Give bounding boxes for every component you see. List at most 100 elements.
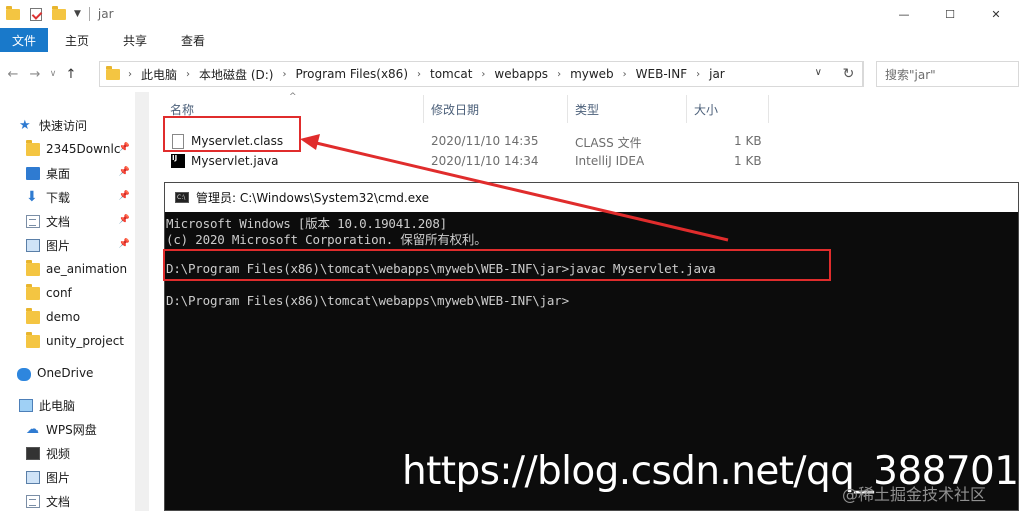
intellij-icon: IJ [171, 154, 185, 168]
address-bar[interactable]: › 此电脑 › 本地磁盘 (D:) › Program Files(x86) ›… [99, 61, 863, 87]
file-row-java[interactable]: IJ Myservlet.java 2020/11/10 14:34 Intel… [163, 151, 1019, 171]
file-size: 1 KB [734, 154, 762, 168]
tab-share[interactable]: 共享 [106, 28, 164, 52]
properties-icon[interactable] [30, 7, 42, 21]
column-divider[interactable] [768, 95, 769, 123]
cmd-icon: C:\ [175, 192, 189, 203]
column-divider[interactable] [423, 95, 424, 123]
pin-icon: 📌 [118, 167, 130, 177]
column-divider[interactable] [686, 95, 687, 123]
sidebar-item-2345downloads[interactable]: 2345Downlc 📌 [0, 137, 134, 161]
search-placeholder: 搜索"jar" [885, 67, 936, 82]
breadcrumb-web-inf[interactable]: WEB-INF [636, 67, 687, 81]
new-folder-icon[interactable] [52, 5, 66, 20]
sidebar-item-pictures-pc[interactable]: 图片 [0, 465, 134, 489]
sidebar-item-desktop[interactable]: 桌面 📌 [0, 161, 134, 185]
navigation-scrollbar[interactable] [135, 92, 149, 511]
picture-icon [26, 238, 40, 252]
sidebar-item-label: demo [46, 310, 81, 324]
column-header-type[interactable]: 类型 [575, 95, 599, 123]
sidebar-item-ae-animation[interactable]: ae_animation [0, 257, 134, 281]
sidebar-item-onedrive[interactable]: OneDrive [0, 361, 134, 385]
sidebar-item-documents[interactable]: 文档 📌 [0, 209, 134, 233]
folder-icon [26, 139, 40, 156]
sidebar-item-pictures[interactable]: 图片 📌 [0, 233, 134, 257]
pin-icon: 📌 [118, 215, 130, 225]
cmd-prompt-line[interactable]: D:\Program Files(x86)\tomcat\webapps\myw… [166, 293, 569, 308]
column-divider[interactable] [567, 95, 568, 123]
watermark-secondary: @稀土掘金技术社区 [842, 485, 987, 504]
refresh-icon[interactable]: ↻ [834, 61, 864, 87]
document-icon [26, 214, 40, 228]
computer-icon [19, 398, 33, 412]
sidebar-item-label: 2345Downlc [46, 142, 121, 156]
chevron-right-icon[interactable]: › [186, 69, 190, 80]
folder-icon [26, 259, 40, 276]
sidebar-item-demo[interactable]: demo [0, 305, 134, 329]
tab-home[interactable]: 主页 [48, 28, 106, 52]
forward-arrow-icon[interactable]: → [24, 61, 46, 87]
picture-icon [26, 470, 40, 484]
sidebar-item-label: conf [46, 286, 72, 300]
breadcrumb-this-pc[interactable]: 此电脑 [141, 66, 177, 83]
sidebar-item-wps-cloud[interactable]: ☁ WPS网盘 [0, 417, 134, 441]
tab-file[interactable]: 文件 [0, 28, 49, 52]
navigation-bar: ← → ∨ ↑ › 此电脑 › 本地磁盘 (D:) › Program File… [0, 56, 1019, 92]
breadcrumb-program-files[interactable]: Program Files(x86) [295, 67, 408, 81]
desktop-icon [26, 166, 40, 180]
sidebar-item-this-pc[interactable]: 此电脑 [0, 393, 134, 417]
chevron-right-icon[interactable]: › [417, 69, 421, 80]
folder-icon [26, 331, 40, 348]
breadcrumb-drive-d[interactable]: 本地磁盘 (D:) [199, 66, 273, 83]
sidebar-item-label: 快速访问 [39, 118, 88, 133]
cmd-title: 管理员: C:\Windows\System32\cmd.exe [196, 191, 429, 205]
chevron-right-icon[interactable]: › [481, 69, 485, 80]
sidebar-item-quick-access[interactable]: ★ 快速访问 [0, 113, 134, 137]
sidebar-item-videos[interactable]: 视频 [0, 441, 134, 465]
recent-chevron-icon[interactable]: ∨ [46, 61, 60, 87]
divider [88, 7, 90, 21]
window-title: jar [97, 7, 114, 21]
up-arrow-icon[interactable]: ↑ [60, 61, 82, 87]
sidebar-item-label: OneDrive [37, 366, 94, 380]
video-icon [26, 446, 40, 460]
breadcrumb-myweb[interactable]: myweb [570, 67, 614, 81]
sidebar-item-label: 文档 [46, 494, 71, 509]
back-arrow-icon[interactable]: ← [2, 61, 24, 87]
chevron-down-icon[interactable]: ∨ [815, 67, 822, 78]
ribbon-tabs: 文件 主页 共享 查看 [0, 28, 1019, 52]
sidebar-item-conf[interactable]: conf [0, 281, 134, 305]
sidebar-item-documents-pc[interactable]: 文档 [0, 489, 134, 511]
chevron-right-icon[interactable]: › [282, 69, 286, 80]
sidebar-item-downloads[interactable]: ⬇ 下载 📌 [0, 185, 134, 209]
chevron-right-icon[interactable]: › [623, 69, 627, 80]
breadcrumb-tomcat[interactable]: tomcat [430, 67, 472, 81]
sidebar-item-label: ae_animation [46, 262, 128, 276]
column-header-size[interactable]: 大小 [694, 95, 718, 123]
chevron-down-icon[interactable]: ▼ [74, 9, 81, 19]
chevron-right-icon[interactable]: › [557, 69, 561, 80]
maximize-button[interactable]: ☐ [927, 0, 973, 28]
breadcrumb-webapps[interactable]: webapps [494, 67, 548, 81]
download-icon: ⬇ [26, 188, 38, 205]
pin-icon: 📌 [118, 191, 130, 201]
file-type: IntelliJ IDEA [575, 154, 645, 168]
tab-view[interactable]: 查看 [164, 28, 222, 52]
folder-icon [106, 65, 120, 80]
close-button[interactable]: ✕ [973, 0, 1019, 28]
search-input[interactable]: 搜索"jar" [876, 61, 1019, 87]
column-header-date[interactable]: 修改日期 [431, 95, 479, 123]
chevron-right-icon[interactable]: › [696, 69, 700, 80]
navigation-pane: ★ 快速访问 2345Downlc 📌 桌面 📌 ⬇ 下载 📌 文档 📌 图片 … [0, 92, 148, 511]
breadcrumb-jar[interactable]: jar [709, 67, 725, 81]
sidebar-item-label: 桌面 [46, 166, 71, 181]
file-date: 2020/11/10 14:35 [431, 134, 539, 148]
minimize-button[interactable]: — [881, 0, 927, 28]
sidebar-item-label: 图片 [46, 470, 71, 485]
file-name: Myservlet.java [191, 154, 279, 168]
cmd-title-bar[interactable]: C:\ 管理员: C:\Windows\System32\cmd.exe [165, 183, 1018, 212]
pin-icon: 📌 [118, 239, 130, 249]
sidebar-item-label: 图片 [46, 238, 71, 253]
sidebar-item-unity-project[interactable]: unity_project [0, 329, 134, 353]
sidebar-item-label: WPS网盘 [46, 422, 97, 437]
